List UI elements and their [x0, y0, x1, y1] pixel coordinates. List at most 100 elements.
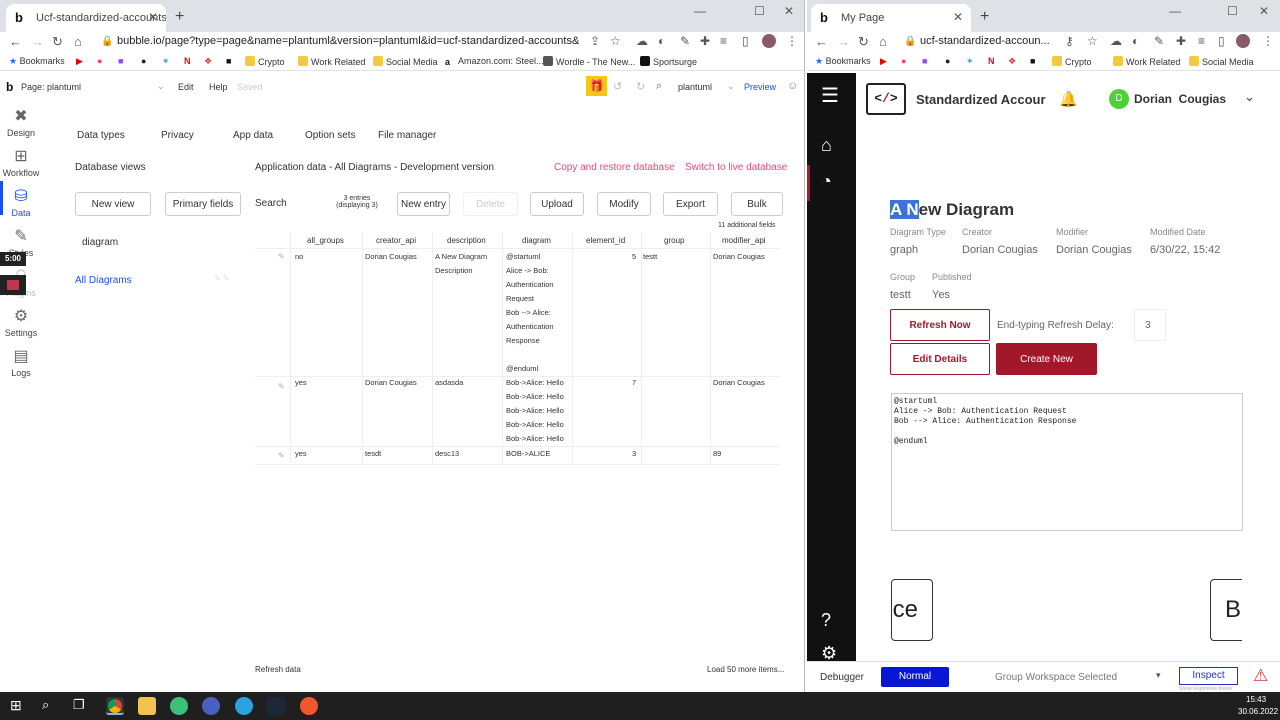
reload-icon[interactable]: ↻	[858, 34, 869, 50]
tv-icon[interactable]: ■	[1030, 56, 1035, 66]
pencil-icon[interactable]: ✎	[278, 451, 285, 460]
twitch-icon[interactable]: ■	[118, 56, 123, 66]
menu-kebab-icon[interactable]: ⋮	[1262, 34, 1274, 48]
sidebar-item-logs[interactable]: ▤ Logs	[0, 346, 42, 378]
netflix-icon[interactable]: N	[988, 56, 995, 66]
bookmark-icon[interactable]: ❖	[204, 56, 212, 67]
avatar[interactable]: D	[1109, 89, 1129, 109]
undo-icon[interactable]: ↺	[613, 80, 622, 93]
window-close-icon[interactable]: ✕	[784, 4, 794, 18]
bulk-button[interactable]: Bulk	[731, 192, 783, 216]
primary-fields-button[interactable]: Primary fields	[165, 192, 241, 216]
column-header[interactable]: diagram	[522, 236, 551, 245]
new-tab-icon[interactable]: +	[175, 8, 184, 26]
preview-link[interactable]: Preview	[744, 82, 776, 92]
puzzle-icon[interactable]: ✚	[700, 34, 710, 48]
bookmark-work[interactable]: Work Related	[298, 56, 365, 67]
bookmark-bookmarks[interactable]: ★ Bookmarks	[9, 56, 65, 67]
page-selector[interactable]: Page: plantuml	[21, 82, 81, 92]
bookmark-crypto[interactable]: Crypto	[245, 56, 285, 67]
bookmark-icon[interactable]: ✶	[966, 56, 974, 67]
chevron-down-icon[interactable]: ▾	[1156, 670, 1161, 681]
profile-avatar[interactable]	[1236, 34, 1250, 48]
bookmark-wordle[interactable]: Wordle - The New...	[543, 56, 635, 67]
bookmark-icon[interactable]: ●	[141, 56, 146, 66]
column-header[interactable]: element_id	[586, 236, 625, 245]
new-view-button[interactable]: New view	[75, 192, 151, 216]
minimize-icon[interactable]: —	[1169, 4, 1181, 18]
edit-view-icon[interactable]: ✎ ✎	[214, 274, 230, 283]
pie-chart-icon[interactable]: ◔	[821, 171, 832, 192]
telegram-icon[interactable]	[235, 697, 253, 715]
reload-icon[interactable]: ↻	[52, 34, 63, 50]
search-icon[interactable]: ⌕	[42, 697, 49, 713]
tab-app-data[interactable]: App data	[233, 130, 273, 141]
sidebar-item-data[interactable]: ⛁ Data	[0, 186, 42, 218]
youtube-icon[interactable]: ▶	[880, 56, 887, 67]
sidepanel-icon[interactable]: ▯	[742, 34, 749, 48]
chevron-down-icon[interactable]: ⌄	[727, 81, 735, 92]
bookmark-social[interactable]: Social Media	[373, 56, 438, 67]
column-header[interactable]: description	[447, 236, 486, 245]
windows-start-icon[interactable]: ⊞	[10, 697, 22, 714]
chrome-icon[interactable]	[106, 697, 124, 715]
bookmark-icon[interactable]: ✶	[162, 56, 170, 67]
pencil-icon[interactable]: ✎	[278, 252, 285, 261]
reddit-icon[interactable]: ●	[901, 56, 906, 66]
modify-button[interactable]: Modify	[597, 192, 651, 216]
delete-button[interactable]: Delete	[463, 192, 518, 216]
column-header[interactable]: all_groups	[307, 236, 344, 245]
column-header[interactable]: modifier_api	[722, 236, 766, 245]
forward-icon[interactable]: →	[837, 34, 850, 49]
url-field[interactable]: bubble.io/page?type=page&name=plantuml&v…	[117, 35, 579, 47]
tab-bubble-editor[interactable]: b Ucf-standardized-accounts | Bu ✕	[6, 4, 166, 32]
type-search-input[interactable]: diagram	[82, 237, 118, 248]
back-icon[interactable]: ←	[815, 34, 828, 49]
back-icon[interactable]: ←	[9, 34, 22, 49]
warning-icon[interactable]: ⚠	[1253, 666, 1268, 686]
menu-edit[interactable]: Edit	[178, 82, 194, 92]
column-header[interactable]: group	[664, 236, 684, 245]
inspect-button[interactable]: Inspect	[1179, 667, 1238, 685]
export-button[interactable]: Export	[663, 192, 718, 216]
refresh-delay-input[interactable]: 3	[1134, 309, 1166, 341]
code-logo-icon[interactable]: </>	[866, 83, 906, 115]
menu-help[interactable]: Help	[209, 82, 228, 92]
bookmark-crypto[interactable]: Crypto	[1052, 56, 1092, 67]
bookmark-icon[interactable]: ❖	[1008, 56, 1016, 67]
help-icon[interactable]: ?	[821, 610, 831, 631]
maximize-icon[interactable]: ☐	[754, 4, 765, 18]
netflix-icon[interactable]: N	[184, 56, 191, 66]
app-icon[interactable]	[202, 697, 220, 715]
gift-icon[interactable]: 🎁	[586, 76, 607, 96]
column-header[interactable]: creator_api	[376, 236, 416, 245]
puzzle-icon[interactable]: ✚	[1176, 34, 1186, 48]
view-all-diagrams[interactable]: All Diagrams	[75, 275, 132, 286]
url-field[interactable]: ucf-standardized-accoun...	[920, 35, 1060, 47]
home-icon[interactable]: ⌂	[74, 34, 82, 49]
hamburger-menu-icon[interactable]: ☰	[821, 83, 839, 108]
user-icon[interactable]: ☺	[787, 80, 798, 92]
load-more-link[interactable]: Load 50 more items...	[707, 665, 784, 674]
tab-option-sets[interactable]: Option sets	[305, 130, 356, 141]
tab-file-manager[interactable]: File manager	[378, 130, 436, 141]
list-icon[interactable]: ≡	[1198, 34, 1205, 48]
search-icon[interactable]: ⌕	[656, 80, 662, 93]
sidebar-item-settings[interactable]: ⚙ Settings	[0, 306, 42, 338]
file-explorer-icon[interactable]	[138, 697, 156, 715]
tab-my-page[interactable]: b My Page ✕	[811, 4, 971, 32]
app-icon[interactable]	[300, 697, 318, 715]
close-icon[interactable]: ✕	[148, 10, 158, 24]
key-icon[interactable]: ⚷	[1065, 34, 1074, 48]
create-new-button[interactable]: Create New	[996, 343, 1097, 375]
profile-avatar[interactable]	[762, 34, 776, 48]
forward-icon[interactable]: →	[31, 34, 44, 49]
cloud-icon[interactable]: ☁	[1110, 34, 1122, 48]
youtube-icon[interactable]: ▶	[76, 56, 83, 67]
share-icon[interactable]: ⇪	[590, 34, 600, 48]
pencil-icon[interactable]: ✎	[278, 382, 285, 391]
cloud-icon[interactable]: ☁	[636, 34, 648, 48]
bookmark-bookmarks[interactable]: ★ Bookmarks	[815, 56, 871, 67]
new-entry-button[interactable]: New entry	[397, 192, 450, 216]
plantuml-editor[interactable]: @startuml Alice -> Bob: Authentication R…	[891, 393, 1243, 531]
